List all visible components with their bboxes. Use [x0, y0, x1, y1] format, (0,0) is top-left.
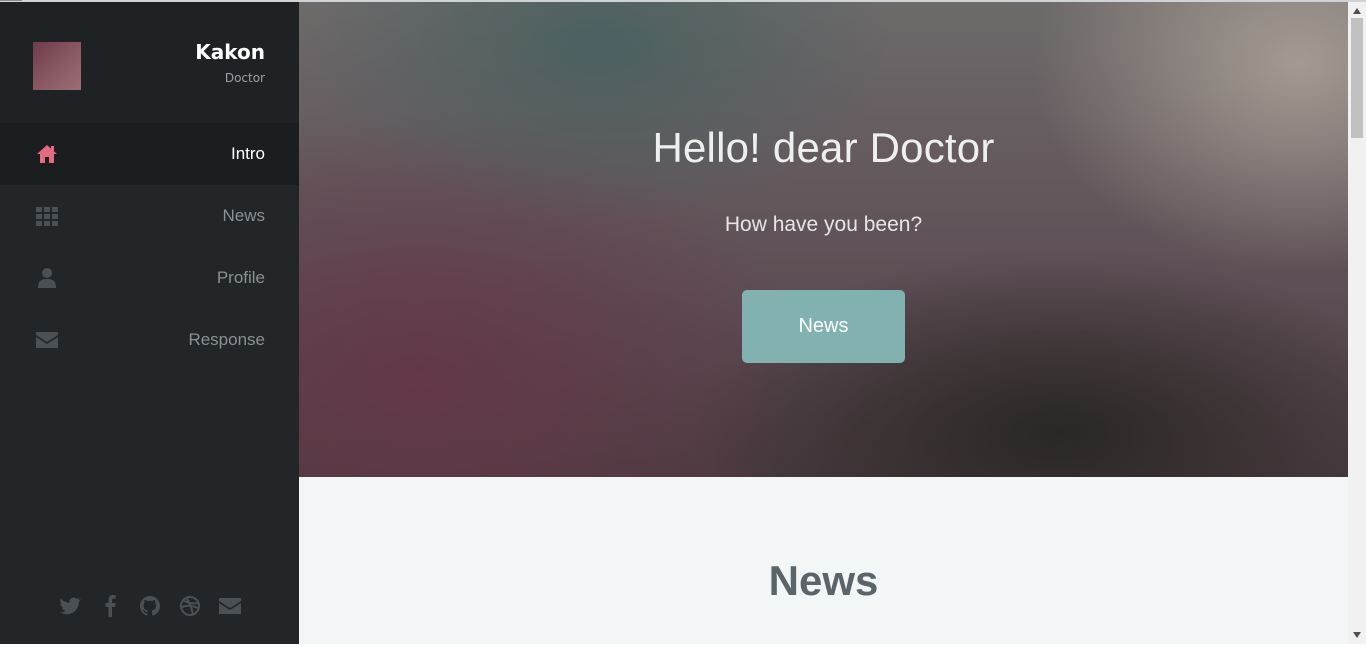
profile-name: Kakon — [195, 40, 265, 64]
hero-subtitle: How have you been? — [724, 213, 923, 236]
scrollbar-thumb[interactable] — [1351, 18, 1363, 138]
sidebar-item-profile[interactable]: Profile — [0, 247, 299, 309]
main-content: Hello! dear Doctor How have you been? Ne… — [299, 2, 1348, 644]
envelope-icon[interactable] — [217, 593, 243, 619]
twitter-icon[interactable] — [57, 593, 83, 619]
scroll-down-arrow-icon[interactable] — [1348, 628, 1366, 642]
hero-title: Hello! dear Doctor — [652, 124, 995, 171]
top-edge-mark — [0, 0, 22, 1]
hero-section: Hello! dear Doctor How have you been? Ne… — [299, 2, 1348, 477]
news-section: News — [299, 477, 1348, 644]
sidebar-nav: Intro News Profile Response — [0, 123, 299, 371]
social-links — [0, 593, 299, 619]
profile-header: Kakon Doctor — [0, 2, 299, 123]
vertical-scrollbar[interactable] — [1348, 2, 1366, 644]
home-icon — [34, 141, 60, 167]
profile-role: Doctor — [224, 71, 265, 85]
sidebar-item-label: Response — [188, 330, 265, 349]
news-button[interactable]: News — [742, 290, 905, 363]
sidebar-item-label: Intro — [230, 144, 265, 163]
sidebar-item-label: Profile — [216, 268, 265, 287]
sidebar-item-intro[interactable]: Intro — [0, 123, 299, 185]
grid-icon — [34, 203, 60, 229]
sidebar-item-response[interactable]: Response — [0, 309, 299, 371]
dribbble-icon[interactable] — [177, 593, 203, 619]
sidebar: Kakon Doctor Intro News Profile Response — [0, 2, 299, 644]
facebook-icon[interactable] — [97, 593, 123, 619]
github-icon[interactable] — [137, 593, 163, 619]
avatar[interactable] — [33, 42, 81, 90]
envelope-icon — [34, 327, 60, 353]
sidebar-item-label: News — [222, 206, 265, 225]
user-icon — [34, 265, 60, 291]
news-heading: News — [768, 557, 879, 604]
scroll-up-arrow-icon[interactable] — [1348, 4, 1366, 18]
sidebar-item-news[interactable]: News — [0, 185, 299, 247]
